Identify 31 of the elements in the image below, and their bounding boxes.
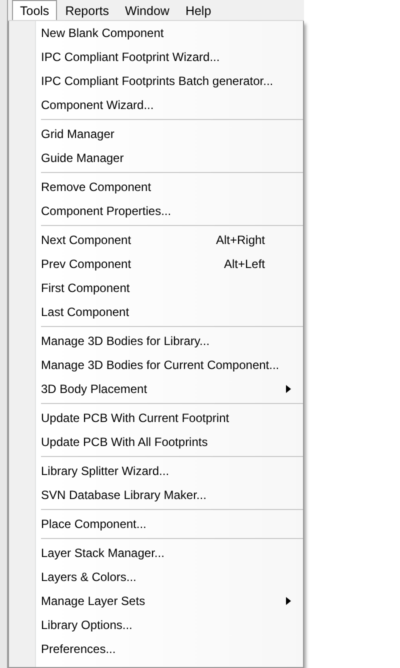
submenu-arrow-icon	[286, 385, 291, 393]
menu-item[interactable]: Place Component...	[9, 512, 303, 536]
menu-item[interactable]: New Blank Component	[9, 21, 303, 45]
submenu-arrow-icon	[286, 597, 291, 605]
menu-item[interactable]: Update PCB With All Footprints	[9, 430, 303, 454]
menu-item[interactable]: First Component	[9, 276, 303, 300]
menu-item[interactable]: Prev Component Alt+Left	[9, 252, 303, 276]
menu-item[interactable]: Manage Layer Sets	[9, 589, 303, 613]
menu-item[interactable]: Preferences...	[9, 637, 303, 661]
menu-item[interactable]: Manage 3D Bodies for Current Component...	[9, 353, 303, 377]
menu-item[interactable]: Last Component	[9, 300, 303, 324]
menu-bar-item[interactable]: Window	[116, 0, 178, 20]
menu-item[interactable]: Grid Manager	[9, 122, 303, 146]
menu-item[interactable]: Layer Stack Manager...	[9, 541, 303, 565]
menu-item[interactable]: Component Wizard...	[9, 93, 303, 117]
menu-item[interactable]: SVN Database Library Maker...	[9, 483, 303, 507]
menu-item[interactable]: Library Options...	[9, 613, 303, 637]
menu-bar-item[interactable]: Help	[177, 0, 220, 20]
menu-item[interactable]: 3D Body Placement	[9, 377, 303, 401]
menu-bar-item[interactable]: Tools	[12, 0, 58, 20]
menu-item[interactable]: Library Splitter Wizard...	[9, 459, 303, 483]
menu-item[interactable]: Layers & Colors...	[9, 565, 303, 589]
menu-item[interactable]: Component Properties...	[9, 199, 303, 223]
menu-bar-item[interactable]: Reports	[57, 0, 117, 20]
menu-item[interactable]: Update PCB With Current Footprint	[9, 406, 303, 430]
menu-item[interactable]: Next Component Alt+Right	[9, 228, 303, 252]
menu-item[interactable]: IPC Compliant Footprints Batch generator...	[9, 69, 303, 93]
menu-item[interactable]: Remove Component	[9, 175, 303, 199]
menu-item[interactable]: Guide Manager	[9, 146, 303, 170]
menu-item[interactable]: IPC Compliant Footprint Wizard...	[9, 45, 303, 69]
menu-item[interactable]: Manage 3D Bodies for Library...	[9, 329, 303, 353]
